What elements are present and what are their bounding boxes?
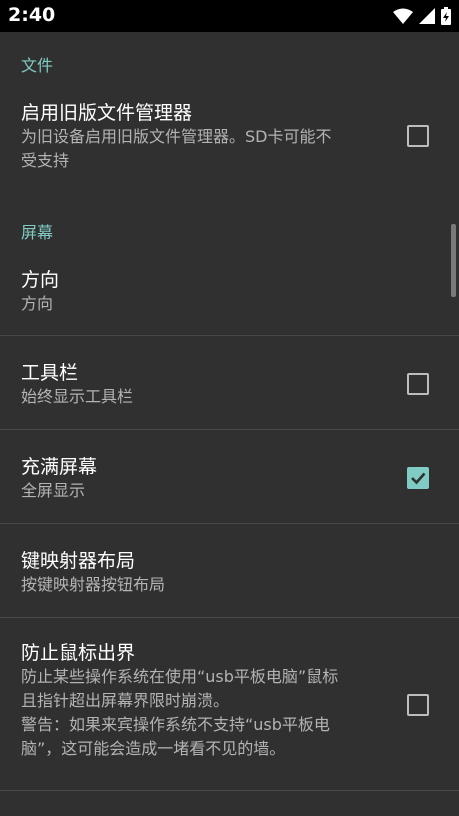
pref-title: 方向 — [21, 269, 60, 291]
check-icon — [411, 472, 426, 485]
pref-title: 键映射器布局 — [21, 550, 136, 572]
section-header-screen: 屏幕 — [21, 223, 54, 242]
fullscreen-checkbox[interactable] — [407, 467, 429, 489]
pref-summary-line: 为旧设备启用旧版文件管理器。SD卡可能不 — [21, 127, 332, 146]
pref-summary: 防止某些操作系统在使用“usb平板电脑”鼠标 且指针超出屏幕界限时崩溃。 警告：… — [21, 665, 376, 761]
prevent-mouse-checkbox[interactable] — [407, 694, 429, 716]
legacy-file-manager-checkbox[interactable] — [407, 125, 429, 147]
pref-summary: 全屏显示 — [21, 481, 86, 500]
scrollbar[interactable] — [451, 224, 456, 297]
section-header-files: 文件 — [21, 56, 54, 75]
pref-summary: 始终显示工具栏 — [21, 387, 134, 406]
pref-summary: 按键映射器按钮布局 — [21, 575, 166, 594]
pref-keymapper-layout[interactable]: 键映射器布局 按键映射器按钮布局 — [0, 524, 459, 618]
signal-icon — [419, 8, 435, 28]
pref-summary: 为旧设备启用旧版文件管理器。SD卡可能不 受支持 — [21, 125, 376, 173]
settings-list[interactable]: 文件 启用旧版文件管理器 为旧设备启用旧版文件管理器。SD卡可能不 受支持 屏幕… — [0, 32, 459, 816]
divider — [0, 790, 459, 791]
status-icons — [393, 7, 451, 29]
pref-summary-line: 防止某些操作系统在使用“usb平板电脑”鼠标 — [21, 667, 339, 686]
pref-title: 启用旧版文件管理器 — [21, 102, 193, 124]
toolbar-checkbox[interactable] — [407, 373, 429, 395]
pref-title: 防止鼠标出界 — [21, 642, 136, 664]
pref-orientation[interactable]: 方向 方向 — [0, 252, 459, 336]
pref-prevent-mouse-out[interactable]: 防止鼠标出界 防止某些操作系统在使用“usb平板电脑”鼠标 且指针超出屏幕界限时… — [0, 618, 459, 790]
pref-summary-line: 警告：如果来宾操作系统不支持“usb平板电 — [21, 715, 330, 734]
pref-summary-line: 受支持 — [21, 151, 70, 170]
pref-title: 工具栏 — [21, 362, 79, 384]
battery-charging-icon — [441, 7, 451, 29]
pref-summary-line: 脑”，这可能会造成一堵看不见的墙。 — [21, 739, 286, 758]
status-time: 2:40 — [8, 4, 56, 26]
status-bar: 2:40 — [0, 0, 459, 32]
pref-summary: 方向 — [21, 294, 54, 313]
pref-title: 充满屏幕 — [21, 456, 98, 478]
pref-fullscreen[interactable]: 充满屏幕 全屏显示 — [0, 430, 459, 524]
pref-toolbar[interactable]: 工具栏 始终显示工具栏 — [0, 336, 459, 430]
pref-summary-line: 且指针超出屏幕界限时崩溃。 — [21, 691, 230, 710]
pref-legacy-file-manager[interactable]: 启用旧版文件管理器 为旧设备启用旧版文件管理器。SD卡可能不 受支持 — [0, 84, 459, 204]
wifi-icon — [393, 8, 413, 28]
